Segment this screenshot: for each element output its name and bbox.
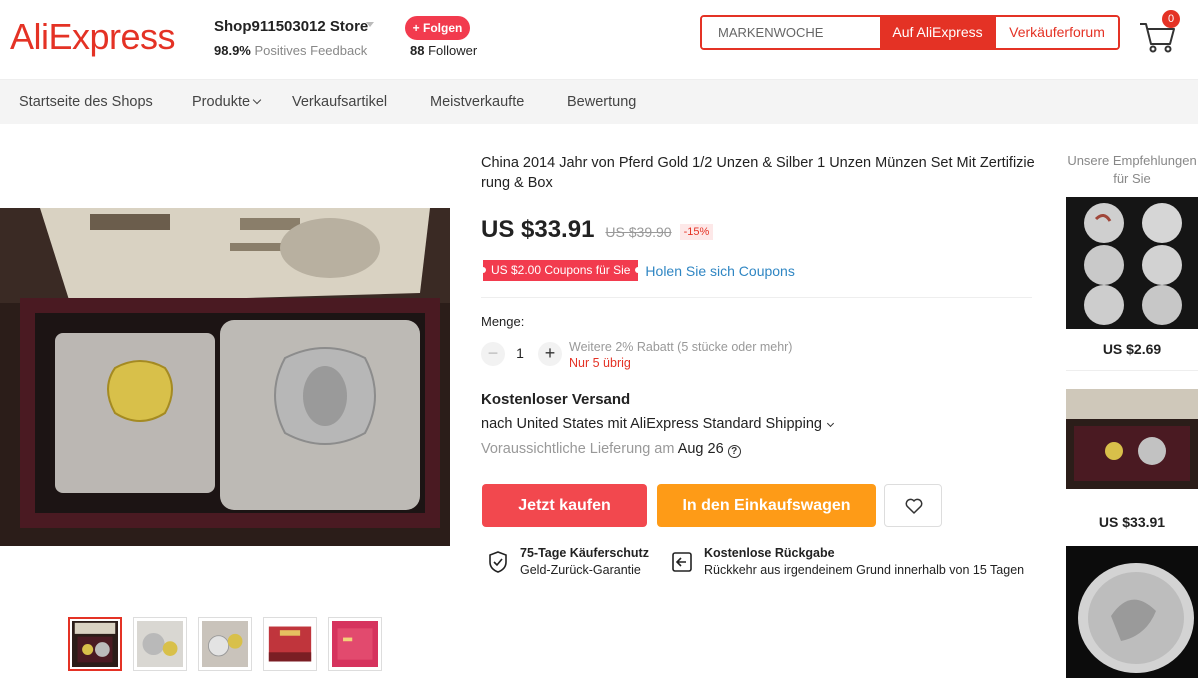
chevron-down-icon — [826, 419, 834, 428]
return-title: Kostenlose Rückgabe — [704, 546, 835, 560]
thumbnail-image — [72, 621, 118, 667]
return-icon — [672, 552, 692, 572]
thumbnail[interactable] — [133, 617, 187, 671]
coins-grid-photo — [1066, 197, 1198, 329]
original-price: US $39.90 — [605, 224, 672, 240]
discount-badge: -15% — [679, 224, 714, 240]
thumbnail-strip — [68, 617, 393, 671]
nav-sale-items[interactable]: Verkaufsartikel — [292, 94, 387, 110]
search-aliexpress-button[interactable]: Auf AliExpress — [880, 17, 995, 48]
quantity-label: Menge: — [481, 314, 525, 329]
recommendation-image — [1066, 197, 1198, 329]
recommendation-image — [1066, 370, 1198, 502]
delivery-label: Voraussichtliche Lieferung am — [481, 441, 675, 457]
feedback-percent: 98.9% — [214, 43, 251, 58]
estimated-delivery: Voraussichtliche Lieferung am Aug 26? — [481, 441, 741, 458]
buy-now-button[interactable]: Jetzt kaufen — [482, 484, 647, 527]
bulk-discount-note: Weitere 2% Rabatt (5 stücke oder mehr) — [569, 340, 793, 354]
recommendation-price: US $2.69 — [1102, 341, 1162, 357]
product-title: China 2014 Jahr von Pferd Gold 1/2 Unzen… — [481, 155, 1035, 191]
product-main-image[interactable] — [0, 208, 450, 546]
recommendation-card[interactable]: US $33.91 — [1066, 370, 1198, 530]
shipping-title: Kostenloser Versand — [481, 391, 631, 408]
nav-products[interactable]: Produkte — [192, 94, 262, 110]
return-subtitle: Rückkehr aus irgendeinem Grund innerhalb… — [704, 563, 1025, 577]
thumbnail-image — [267, 621, 313, 667]
thumbnail[interactable] — [198, 617, 252, 671]
get-coupons-link[interactable]: Holen Sie sich Coupons — [645, 263, 794, 279]
delivery-date: Aug 26 — [677, 441, 724, 457]
recommendation-card[interactable] — [1066, 546, 1198, 678]
recommendation-price: US $33.91 — [1098, 514, 1166, 530]
thumbnail[interactable] — [328, 617, 382, 671]
shipping-destination-text: nach United States mit AliExpress Standa… — [481, 416, 822, 432]
coin-box-photo — [1066, 371, 1198, 502]
follower-count: 88 Follower — [410, 43, 477, 58]
store-nav: Startseite des Shops Produkte Verkaufsar… — [0, 80, 1198, 124]
price-row: US $33.91 US $39.90 -15% — [481, 216, 714, 244]
wishlist-button[interactable] — [884, 484, 942, 527]
follower-number: 88 — [410, 43, 425, 58]
search-input[interactable] — [702, 17, 880, 48]
protection-subtitle: Geld-Zurück-Garantie — [520, 563, 641, 577]
thumbnail-image — [202, 621, 248, 667]
coupon-badge[interactable]: US $2.00 Coupons für Sie — [479, 260, 642, 281]
current-price: US $33.91 — [481, 216, 595, 243]
store-name[interactable]: Shop911503012 Store — [214, 18, 368, 35]
aliexpress-logo[interactable]: AliExpress — [10, 16, 176, 58]
coupon-row: US $2.00 Coupons für Sie Holen Sie sich … — [479, 260, 795, 281]
follower-label: Follower — [428, 43, 478, 58]
store-feedback: 98.9% Positives Feedback — [214, 43, 367, 58]
nav-products-label: Produkte — [192, 94, 251, 110]
coin-set-photo — [0, 208, 450, 546]
cart-count-badge: 0 — [1162, 10, 1180, 28]
quantity-value[interactable]: 1 — [510, 345, 530, 361]
search-store-button[interactable]: Verkäuferforum — [995, 17, 1118, 48]
heart-icon — [905, 498, 923, 514]
header: AliExpress Shop911503012 Store 98.9% Pos… — [0, 0, 1198, 80]
protection-title: 75-Tage Käuferschutz — [520, 546, 649, 560]
shield-check-icon — [489, 551, 507, 573]
store-dropdown-icon[interactable] — [366, 22, 374, 27]
shipping-destination[interactable]: nach United States mit AliExpress Standa… — [481, 416, 834, 432]
chevron-down-icon — [252, 95, 262, 105]
recommendation-card[interactable]: US $2.69 — [1066, 197, 1198, 357]
nav-reviews[interactable]: Bewertung — [567, 94, 636, 110]
search-bar: Auf AliExpress Verkäuferforum — [700, 15, 1120, 50]
add-to-cart-button[interactable]: In den Einkaufswagen — [657, 484, 876, 527]
recommendations-title: Unsere Empfehlungen für Sie — [1067, 153, 1197, 186]
follow-button[interactable]: + Folgen — [405, 16, 470, 40]
thumbnail-image — [332, 621, 378, 667]
thumbnail[interactable] — [263, 617, 317, 671]
thumbnail[interactable] — [68, 617, 122, 671]
thumbnail-image — [137, 621, 183, 667]
nav-store-home[interactable]: Startseite des Shops — [19, 94, 153, 110]
recommendation-image — [1066, 546, 1198, 678]
stock-remaining: Nur 5 übrig — [569, 356, 631, 370]
quantity-increase-button[interactable]: + — [538, 342, 562, 366]
help-icon[interactable]: ? — [727, 445, 741, 458]
feedback-label: Positives Feedback — [254, 43, 368, 58]
silver-coin-photo — [1066, 546, 1198, 678]
nav-bestsellers[interactable]: Meistverkaufte — [430, 94, 524, 110]
quantity-decrease-button[interactable]: − — [481, 342, 505, 366]
divider — [481, 297, 1032, 298]
